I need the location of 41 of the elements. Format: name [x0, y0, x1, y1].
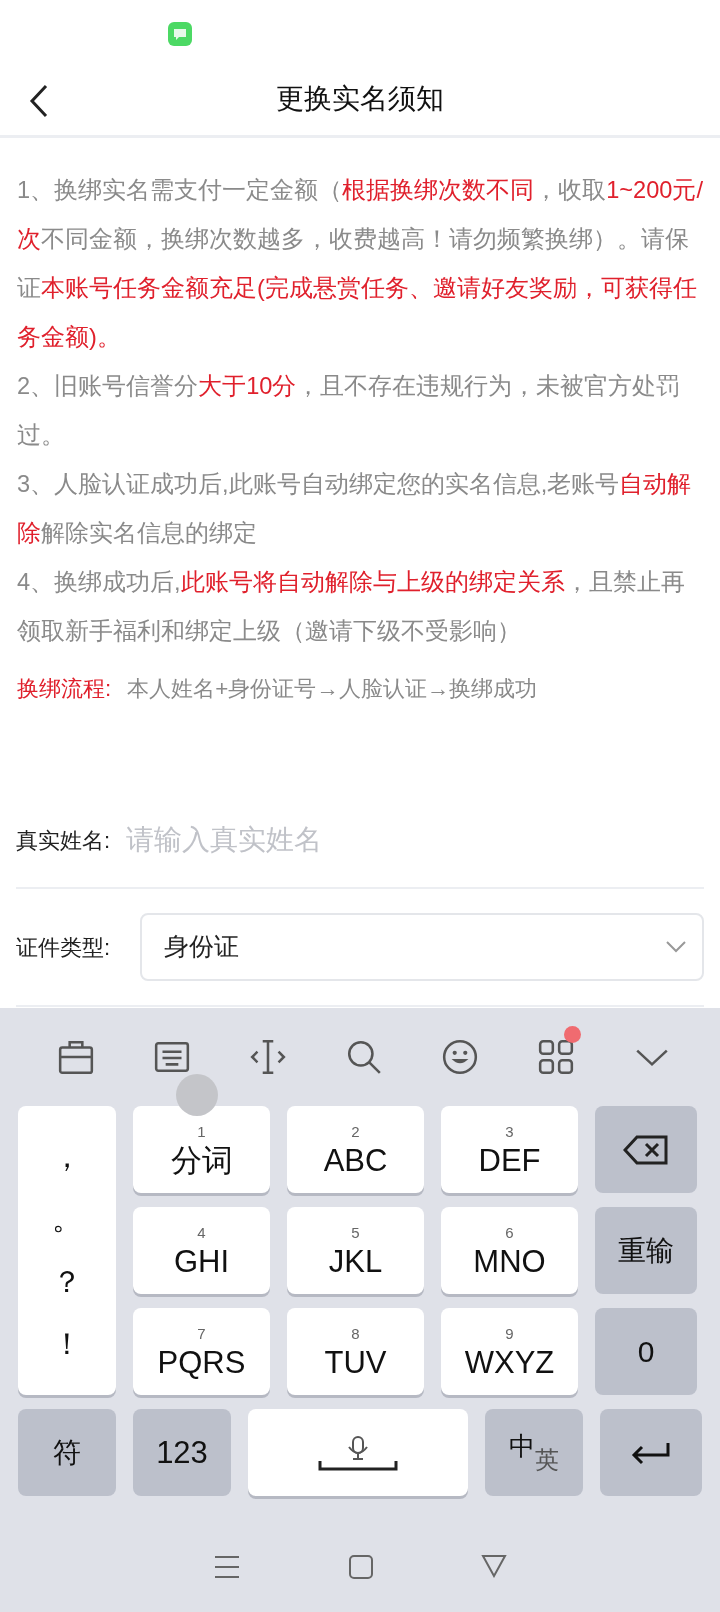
process-label: 换绑流程:: [17, 675, 112, 703]
home-icon[interactable]: [348, 1554, 374, 1580]
input-field[interactable]: 请输入真实姓名: [110, 819, 704, 861]
page-title: 更换实名须知: [276, 81, 444, 116]
search-icon[interactable]: [345, 1038, 383, 1076]
symbol-key[interactable]: 符: [18, 1409, 116, 1496]
key[interactable]: 3 DEF: [441, 1106, 578, 1193]
punctuation-key[interactable]: ， 。 ？ ！: [18, 1106, 116, 1395]
back-icon[interactable]: [28, 84, 50, 118]
dropdown[interactable]: 身份证: [140, 913, 704, 981]
smiley-icon[interactable]: [441, 1038, 479, 1076]
apps-icon[interactable]: [537, 1038, 575, 1076]
backspace-icon: [623, 1134, 669, 1165]
space-key[interactable]: [248, 1409, 468, 1496]
enter-icon: [631, 1440, 671, 1465]
key[interactable]: 2 ABC: [287, 1106, 424, 1193]
key[interactable]: 5 JKL: [287, 1207, 424, 1294]
key[interactable]: 8 TUV: [287, 1308, 424, 1395]
key[interactable]: 7 PQRS: [133, 1308, 270, 1395]
microphone-icon: [318, 1434, 398, 1471]
messages-app-icon: [168, 21, 192, 46]
number-key[interactable]: 123: [133, 1409, 231, 1496]
field-label: 真实姓名:: [16, 826, 111, 855]
reset-key[interactable]: 重输: [595, 1207, 697, 1294]
key[interactable]: 1 分词: [133, 1106, 270, 1193]
key[interactable]: 9 WXYZ: [441, 1308, 578, 1395]
language-key[interactable]: 中英: [485, 1409, 583, 1496]
notice-text: 3、人脸认证成功后,此账号自动绑定您的实名信息,老账号自动解除解除实名信息的绑定: [17, 470, 693, 548]
process-text: 本人姓名+身份证号→人脸认证→换绑成功: [127, 675, 538, 703]
key[interactable]: 4 GHI: [133, 1207, 270, 1294]
chevron-icon: [666, 941, 686, 953]
text-cursor-icon[interactable]: [249, 1038, 287, 1076]
key[interactable]: 6 MNO: [441, 1207, 578, 1294]
notice-text: 2、旧账号信誉分大于10分，且不存在违规行为，未被官方处罚过。: [17, 372, 682, 450]
backspace-key[interactable]: [595, 1106, 697, 1193]
zero-key[interactable]: 0: [595, 1308, 697, 1395]
notice-text: 4、换绑成功后,此账号将自动解除与上级的绑定关系，且禁止再领取新手福利和绑定上级（邀请下级不受影响）: [17, 568, 686, 646]
menu-icon[interactable]: [213, 1554, 242, 1580]
field-label: 证件类型:: [16, 933, 111, 962]
notice-text: 1、换绑实名需支付一定金额（根据换绑次数不同，收取1~200元/次不同金额，换绑次数越多，收费越高！请勿频繁换绑）。请保证本账号任务金额充足(完成悬赏任务、邀请好友奖励，可获得任务金额)。: [17, 176, 704, 352]
enter-key[interactable]: [600, 1409, 702, 1496]
